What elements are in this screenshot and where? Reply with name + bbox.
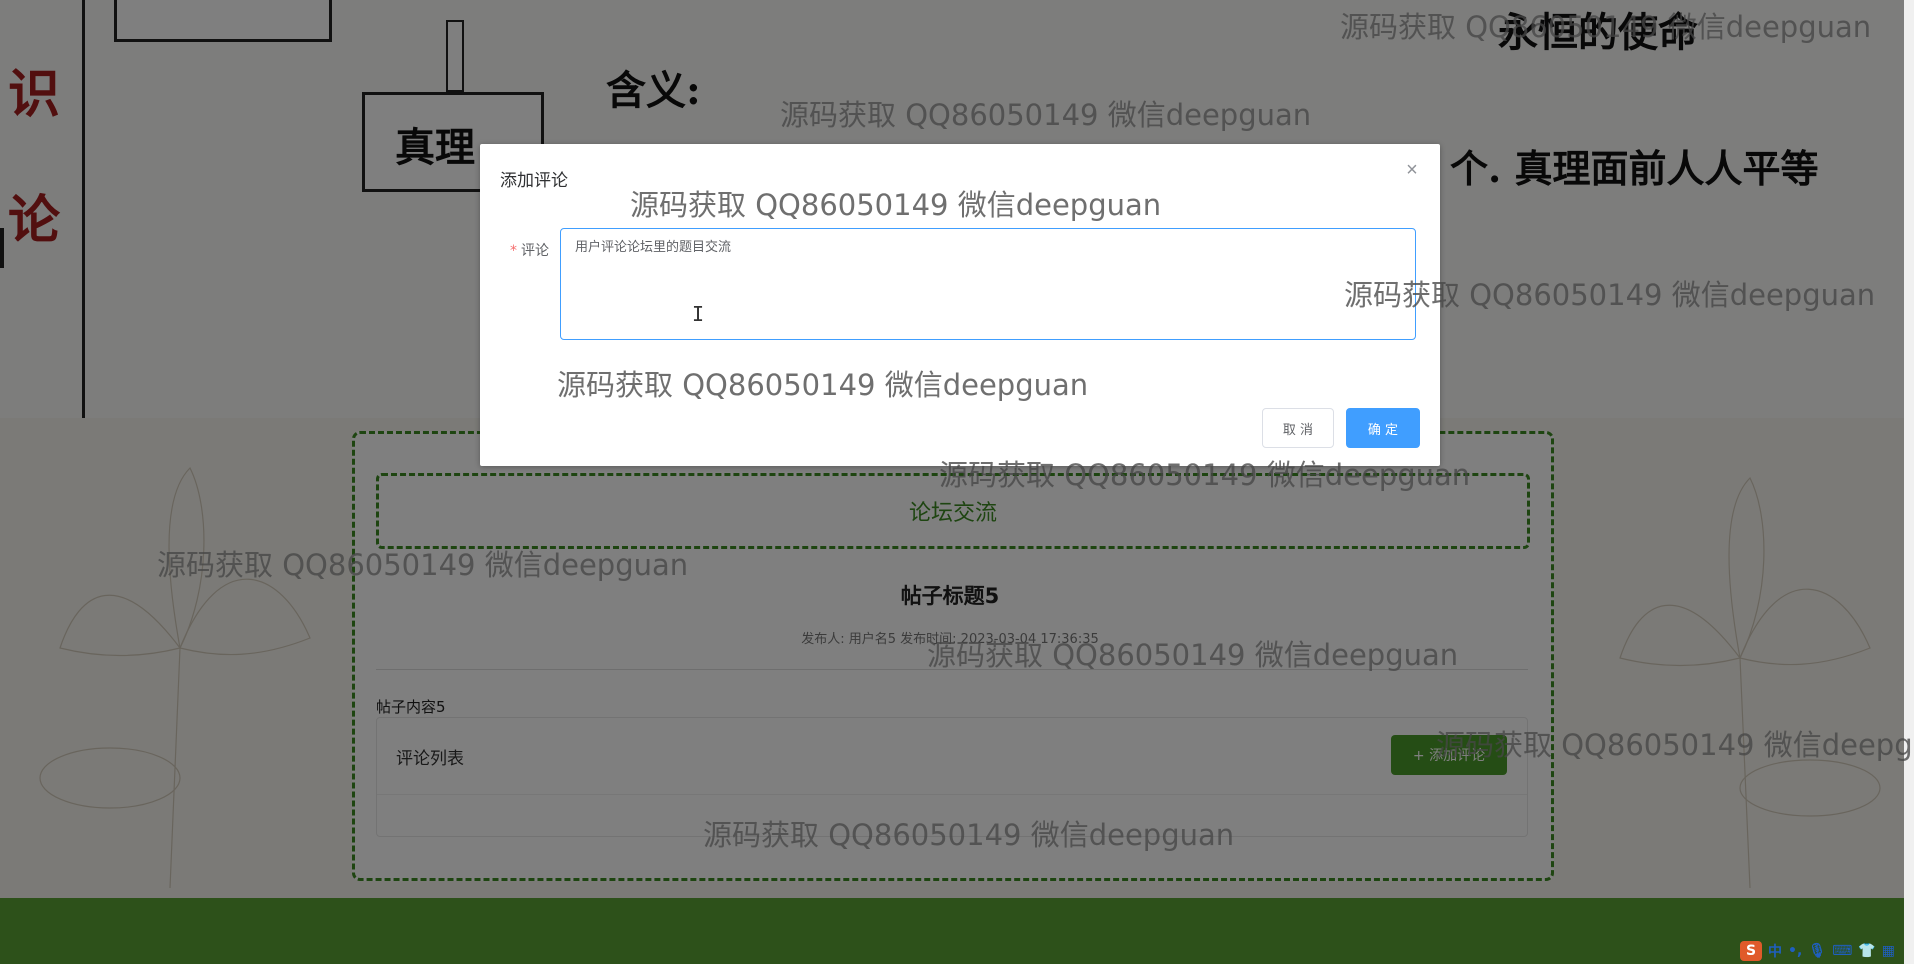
scrollbar[interactable] — [1904, 0, 1914, 964]
sogou-ime-icon[interactable]: S — [1740, 941, 1762, 961]
cancel-button[interactable]: 取 消 — [1262, 408, 1334, 448]
punctuation-icon[interactable]: •, — [1788, 943, 1802, 959]
comment-textarea[interactable] — [560, 228, 1416, 340]
comment-field-label: * 评论 — [510, 240, 549, 260]
add-comment-dialog: 添加评论 × *评论 取 消 确 定 — [480, 144, 1440, 466]
ime-mode[interactable]: 中 — [1768, 941, 1782, 961]
microphone-icon[interactable]: 🎙 — [1808, 943, 1826, 959]
system-tray: S 中 •, 🎙 ⌨ 👕 ▦ — [1740, 940, 1895, 962]
required-mark: * — [510, 243, 517, 259]
confirm-button[interactable]: 确 定 — [1346, 408, 1420, 448]
grid-icon[interactable]: ▦ — [1882, 943, 1895, 959]
skin-icon[interactable]: 👕 — [1858, 943, 1875, 959]
keyboard-icon[interactable]: ⌨ — [1832, 943, 1852, 959]
dialog-title: 添加评论 — [500, 171, 568, 191]
text-cursor-icon: I — [692, 302, 705, 326]
close-icon[interactable]: × — [1402, 160, 1422, 180]
comment-label-text: 评论 — [521, 243, 549, 259]
